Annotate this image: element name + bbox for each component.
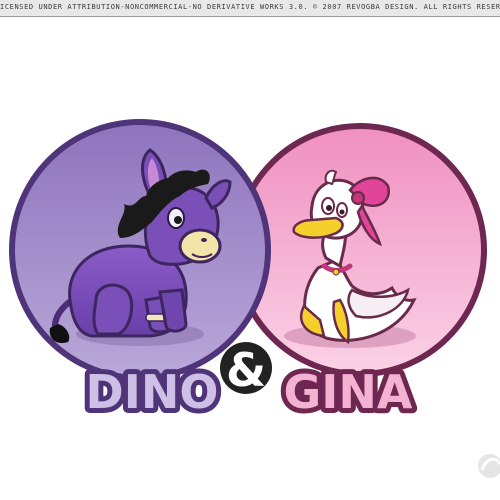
logo-left-word-fill: DINO [86, 365, 219, 419]
dino-gina-logo-artwork: DINO DINO & GINA GINA [9, 119, 500, 478]
logo-right-word: GINA GINA [279, 360, 418, 424]
logo-ampersand: & [220, 342, 272, 397]
logo-right-word-fill: GINA [284, 365, 413, 419]
logo-ampersand-text: & [226, 343, 266, 397]
logo-left-word: DINO DINO [81, 360, 224, 424]
watermark-icon [478, 454, 500, 478]
